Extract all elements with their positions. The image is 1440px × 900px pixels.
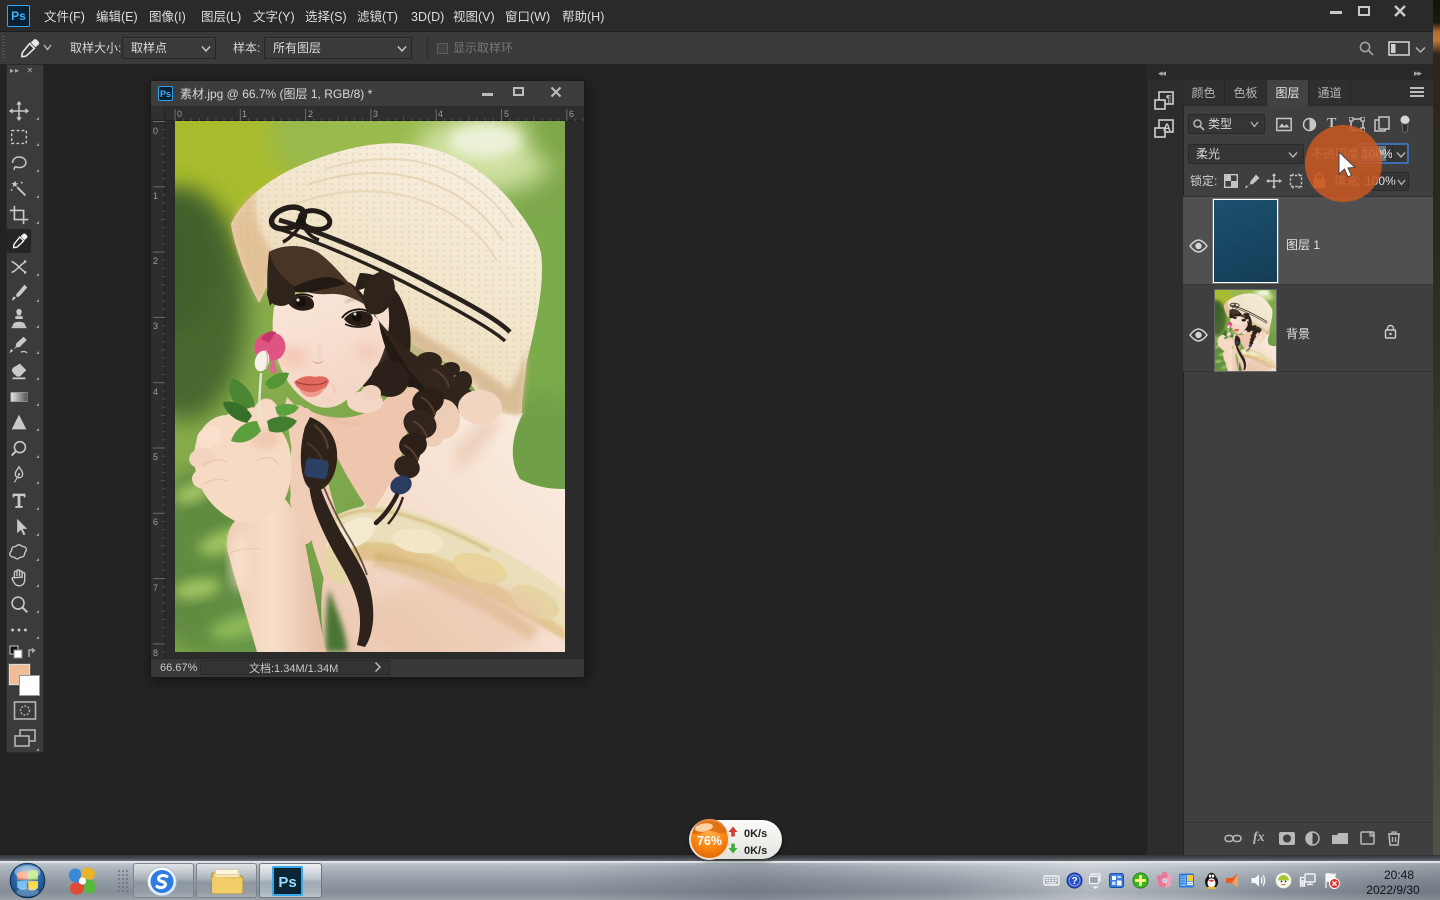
- svg-text:¶: ¶: [1166, 94, 1171, 105]
- svg-text:?: ?: [1072, 876, 1078, 887]
- svg-text:76%: 76%: [697, 834, 722, 848]
- svg-text:A: A: [1163, 122, 1171, 134]
